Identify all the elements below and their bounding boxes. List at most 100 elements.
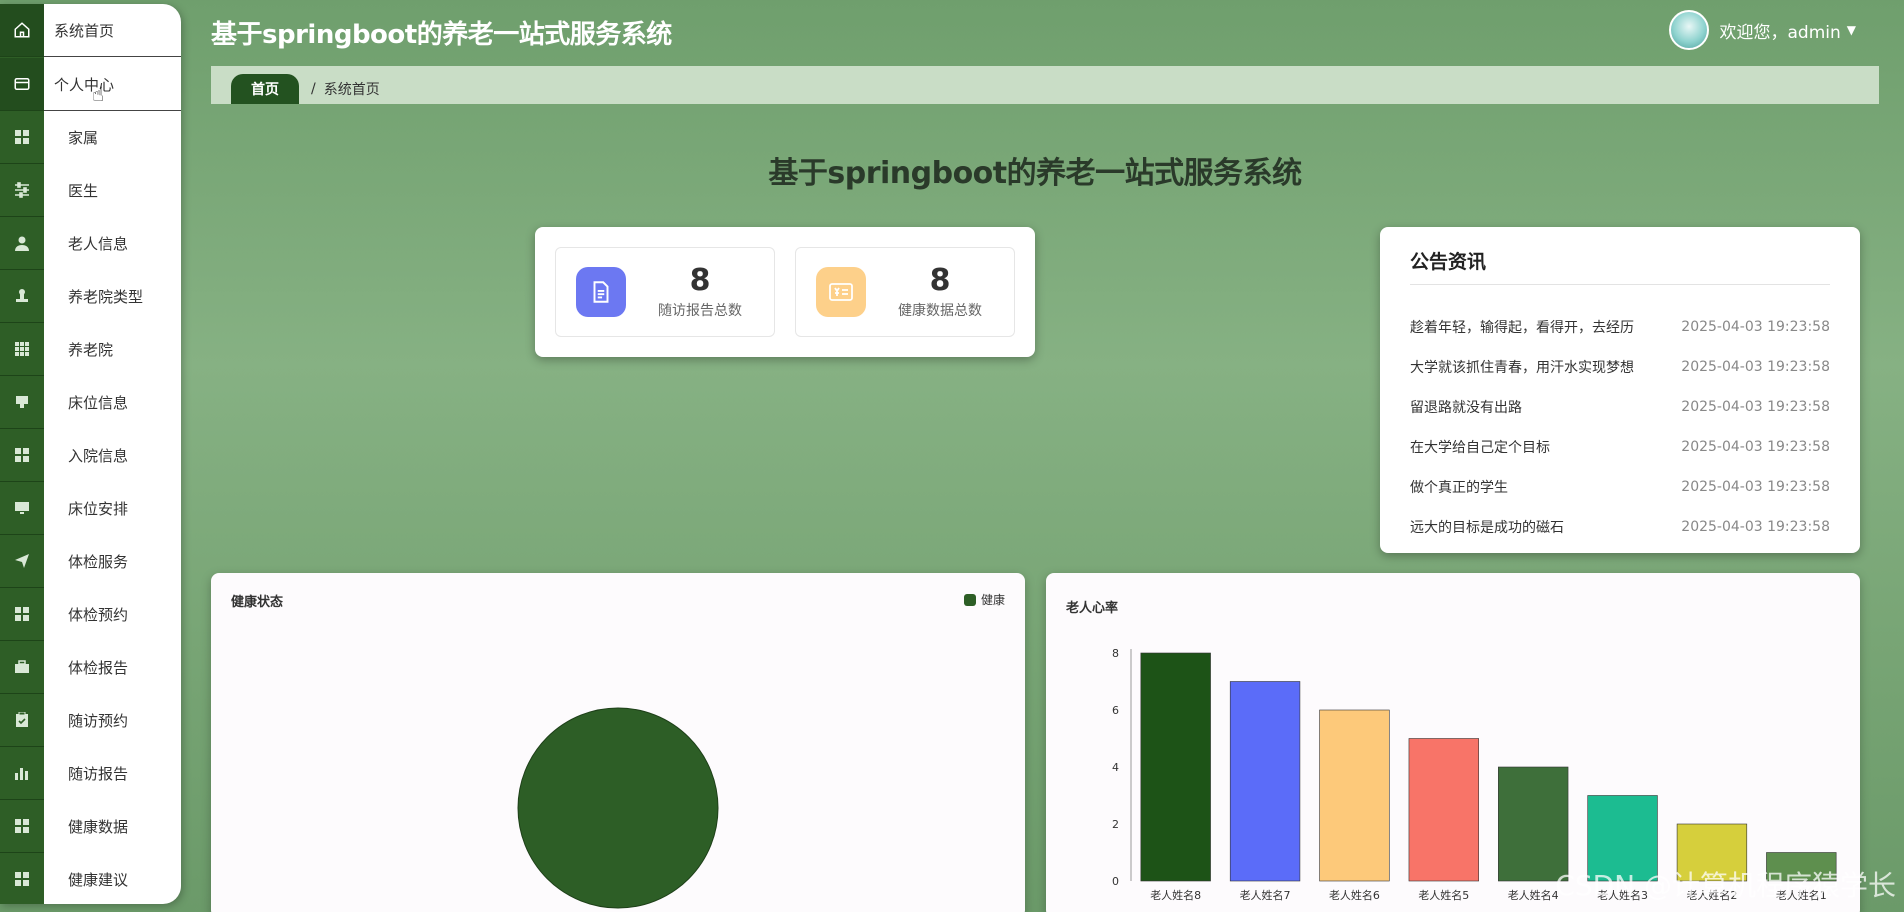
y-tick-label: 0 (1112, 875, 1119, 888)
sidebar-item[interactable]: 系统首页 (0, 4, 181, 57)
notice-date: 2025-04-03 19:23:58 (1681, 359, 1830, 375)
sidebar-item[interactable]: 入院信息 (0, 429, 181, 482)
wallet-icon (0, 57, 44, 111)
x-tick-label: 老人姓名5 (1418, 888, 1469, 902)
notice-item[interactable]: 趁着年轻，输得起，看得开，去经历 2025-04-03 19:23:58 (1410, 307, 1830, 347)
sidebar-item[interactable]: 床位安排 (0, 482, 181, 535)
bed-icon (0, 376, 44, 429)
stat-health-data: 8 健康数据总数 (795, 247, 1015, 337)
briefcase-icon (0, 641, 44, 694)
sidebar-item-label: 养老院 (68, 341, 114, 359)
breadcrumb: 首页 / 系统首页 (211, 66, 1879, 104)
notice-text[interactable]: 在大学给自己定个目标 (1410, 437, 1550, 457)
sidebar-item-label: 随访报告 (68, 765, 129, 783)
sidebar-item[interactable]: 健康建议 (0, 853, 181, 904)
sidebar-item[interactable]: 体检服务 (0, 535, 181, 588)
notice-text[interactable]: 留退路就没有出路 (1410, 397, 1522, 417)
watermark: CSDN @计算机程序猿学长 (1555, 869, 1896, 902)
apps-icon (0, 323, 44, 376)
notice-item[interactable]: 大学就该抓住青春，用汗水实现梦想 2025-04-03 19:23:58 (1410, 347, 1830, 387)
pie-slice[interactable] (517, 707, 719, 909)
stat-caption: 健康数据总数 (898, 303, 982, 319)
x-tick-label: 老人姓名7 (1240, 888, 1291, 902)
sidebar-item-label: 养老院类型 (68, 288, 144, 306)
breadcrumb-home[interactable]: 首页 (231, 74, 299, 104)
user-greeting[interactable]: 欢迎您，admin (1719, 18, 1840, 43)
sidebar-item[interactable]: 体检预约 (0, 588, 181, 641)
y-tick-label: 2 (1112, 818, 1119, 831)
sidebar: 系统首页 个人中心 家属 医生 老人信息 养老院类型 养老院 床位信息 入院信息 床位安排 体检服务… (0, 4, 181, 904)
sidebar-item[interactable]: 养老院 (0, 323, 181, 376)
monitor-icon (0, 482, 44, 535)
x-tick-label: 老人姓名6 (1329, 888, 1380, 902)
notice-date: 2025-04-03 19:23:58 (1681, 519, 1830, 535)
heart-rate-panel: 老人心率 0 2 4 6 8 老人姓名8 老人姓名7 老人姓名6 老人姓名5 老人姓名4 老人姓名3… (1046, 573, 1860, 912)
breadcrumb-separator: / (311, 81, 316, 97)
sidebar-item-label: 体检报告 (68, 659, 129, 677)
caret-down-icon[interactable]: ▼ (1847, 23, 1856, 37)
notice-date: 2025-04-03 19:23:58 (1681, 439, 1830, 455)
sidebar-item[interactable]: 个人中心 (0, 57, 181, 111)
notice-title: 公告资讯 (1410, 247, 1830, 285)
user-menu[interactable]: 欢迎您，admin ▼ (1669, 10, 1856, 50)
notice-date: 2025-04-03 19:23:58 (1681, 479, 1830, 495)
sidebar-item-label: 家属 (68, 129, 99, 147)
sidebar-item-label: 老人信息 (68, 235, 129, 253)
sidebar-item[interactable]: 健康数据 (0, 800, 181, 853)
notice-text[interactable]: 趁着年轻，输得起，看得开，去经历 (1410, 317, 1634, 337)
notice-item[interactable]: 做个真正的学生 2025-04-03 19:23:58 (1410, 467, 1830, 507)
sidebar-item[interactable]: 养老院类型 (0, 270, 181, 323)
bar[interactable] (1319, 709, 1390, 882)
notice-text[interactable]: 大学就该抓住青春，用汗水实现梦想 (1410, 357, 1634, 377)
sidebar-item-label: 床位信息 (68, 394, 129, 412)
pie-chart (517, 707, 719, 909)
hand-cursor-icon: ☝ (92, 82, 105, 106)
sidebar-item-label: 入院信息 (68, 447, 129, 465)
sidebar-item[interactable]: 老人信息 (0, 217, 181, 270)
bar-chart-icon (0, 747, 44, 800)
bar-chart: 02468老人姓名8 老人姓名7 老人姓名6 老人姓名5 老人姓名4 老人姓名3 老人姓名2… (1112, 647, 1837, 902)
clipboard-icon (0, 694, 44, 747)
home-icon (0, 4, 44, 57)
user-icon (0, 217, 44, 270)
sidebar-item-label: 系统首页 (54, 21, 115, 40)
avatar[interactable] (1669, 10, 1710, 50)
bar[interactable] (1140, 652, 1211, 882)
notice-item[interactable]: 在大学给自己定个目标 2025-04-03 19:23:58 (1410, 427, 1830, 467)
yuan-card-icon (816, 267, 866, 317)
stat-value: 8 (689, 263, 711, 298)
y-tick-label: 8 (1112, 647, 1119, 660)
sidebar-item-label: 健康建议 (68, 871, 129, 889)
sidebar-item-label: 随访预约 (68, 712, 129, 730)
app-title: 基于springboot的养老一站式服务系统 (211, 20, 672, 50)
sidebar-item[interactable]: 随访预约 (0, 694, 181, 747)
notice-text[interactable]: 远大的目标是成功的磁石 (1410, 517, 1564, 537)
x-tick-label: 老人姓名8 (1150, 888, 1201, 902)
notice-card: 公告资讯 趁着年轻，输得起，看得开，去经历 2025-04-03 19:23:58… (1380, 227, 1860, 553)
notice-list: 趁着年轻，输得起，看得开，去经历 2025-04-03 19:23:58 大学就该抓… (1410, 307, 1830, 547)
stamp-icon (0, 270, 44, 323)
notice-text[interactable]: 做个真正的学生 (1410, 477, 1508, 497)
page-title: 基于springboot的养老一站式服务系统 (768, 156, 1302, 191)
bar[interactable] (1408, 738, 1479, 882)
stat-value: 8 (929, 263, 951, 298)
notice-date: 2025-04-03 19:23:58 (1681, 319, 1830, 335)
grid-icon (0, 853, 44, 904)
notice-date: 2025-04-03 19:23:58 (1681, 399, 1830, 415)
sidebar-item[interactable]: 体检报告 (0, 641, 181, 694)
sidebar-item[interactable]: 床位信息 (0, 376, 181, 429)
sidebar-item-label: 体检服务 (68, 553, 129, 571)
sidebar-item-label: 床位安排 (68, 500, 129, 518)
health-status-panel: 健康状态 健康 (211, 573, 1025, 912)
breadcrumb-current: 系统首页 (323, 82, 380, 98)
grid-icon (0, 588, 44, 641)
y-tick-label: 6 (1112, 704, 1119, 717)
notice-item[interactable]: 留退路就没有出路 2025-04-03 19:23:58 (1410, 387, 1830, 427)
sidebar-item-label: 健康数据 (68, 818, 129, 836)
document-icon (576, 267, 626, 317)
notice-item[interactable]: 远大的目标是成功的磁石 2025-04-03 19:23:58 (1410, 507, 1830, 547)
bar[interactable] (1229, 681, 1301, 882)
send-icon (0, 535, 44, 588)
x-tick-label: 老人姓名4 (1508, 888, 1559, 902)
sidebar-item[interactable]: 随访报告 (0, 747, 181, 800)
